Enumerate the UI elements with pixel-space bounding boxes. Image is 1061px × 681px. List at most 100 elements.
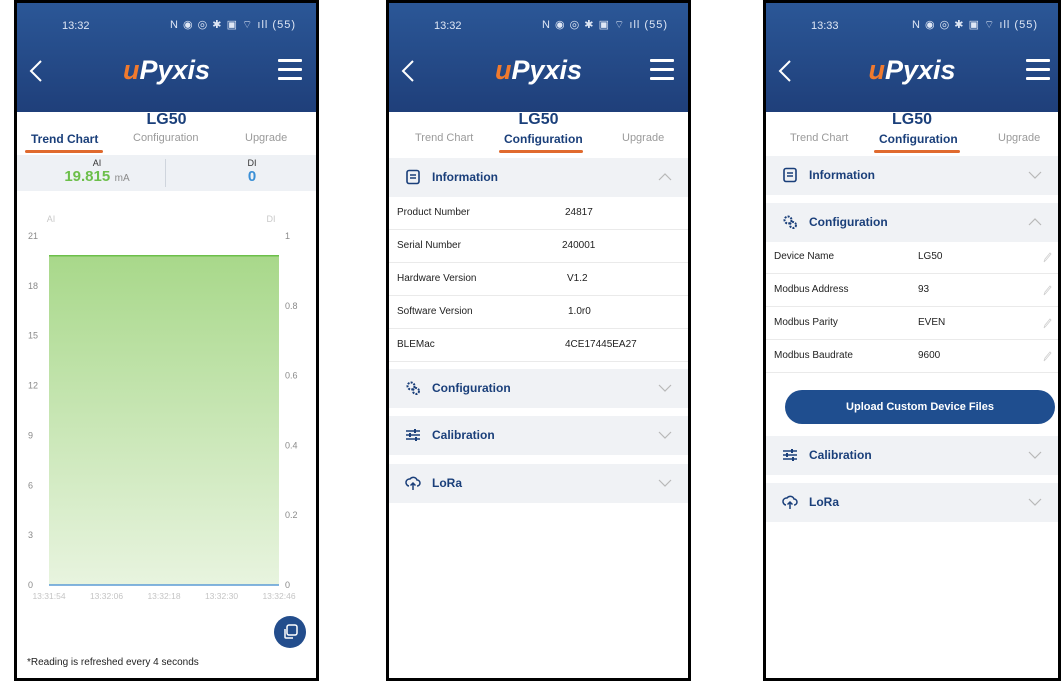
section-information[interactable]: Information <box>389 158 688 197</box>
info-row-serial-number: Serial Number 240001 <box>389 230 688 263</box>
info-row-blemac: BLEMac 4CE17445EA27 <box>389 329 688 362</box>
x-tick-label: 13:32:06 <box>90 591 123 601</box>
status-bar: 13:33 N ◉ ◎ ✱ ▣ ⌔ ıll (55) <box>766 3 1058 43</box>
config-row-modbus-baudrate[interactable]: Modbus Baudrate 9600 <box>766 340 1058 373</box>
x-tick-label: 13:32:30 <box>205 591 238 601</box>
device-title: LG50 <box>891 111 932 128</box>
section-calibration[interactable]: Calibration <box>766 436 1058 475</box>
copy-icon <box>284 624 298 639</box>
tab-configuration[interactable]: Configuration <box>879 132 958 146</box>
upload-custom-device-files-button[interactable]: Upload Custom Device Files <box>785 390 1055 424</box>
right-tick-label: 0 <box>285 580 290 590</box>
status-time: 13:32 <box>434 20 462 32</box>
edit-pencil-icon[interactable] <box>1042 317 1052 329</box>
tab-trend-chart[interactable]: Trend Chart <box>31 132 98 146</box>
phone-screen-configuration: 13:33 N ◉ ◎ ✱ ▣ ⌔ ıll (55) uPyxis LG50 T… <box>763 0 1061 681</box>
tab-configuration[interactable]: Configuration <box>133 132 198 144</box>
section-configuration[interactable]: Configuration <box>389 369 688 408</box>
active-tab-indicator <box>499 150 583 153</box>
document-icon <box>406 169 420 185</box>
chevron-down-icon <box>658 384 672 392</box>
section-lora[interactable]: LoRa <box>389 464 688 503</box>
menu-button[interactable] <box>278 59 302 83</box>
trend-chart: AI DI21181512963010.80.60.40.2013:31:54 13… <box>28 214 298 601</box>
hamburger-icon <box>650 59 674 62</box>
left-axis-name: AI <box>47 214 56 224</box>
info-row-product-number: Product Number 24817 <box>389 197 688 230</box>
gears-icon <box>783 215 797 229</box>
status-bar: 13:32 N ◉ ◎ ✱ ▣ ⌔ ıll (55) <box>389 3 688 43</box>
edit-pencil-icon[interactable] <box>1042 251 1052 263</box>
left-tick-label: 18 <box>28 281 38 291</box>
readings-bar: AI 19.815 mA DI 0 <box>17 155 316 191</box>
tab-bar: Trend Chart Configuration Upgrade <box>766 129 1058 155</box>
hamburger-icon <box>278 59 302 62</box>
status-icons: N ◉ ◎ ✱ ▣ ⌔ ıll (55) <box>542 19 668 31</box>
gears-icon <box>406 381 420 395</box>
sliders-icon <box>783 449 797 461</box>
menu-button[interactable] <box>650 59 674 83</box>
left-tick-label: 6 <box>28 480 33 490</box>
refresh-note: *Reading is refreshed every 4 seconds <box>27 657 199 668</box>
menu-button[interactable] <box>1026 59 1050 83</box>
status-time: 13:33 <box>811 20 839 32</box>
config-row-modbus-parity[interactable]: Modbus Parity EVEN <box>766 307 1058 340</box>
left-tick-label: 0 <box>28 580 33 590</box>
active-tab-indicator <box>25 150 103 153</box>
tab-upgrade[interactable]: Upgrade <box>245 132 287 144</box>
device-title: LG50 <box>518 111 559 128</box>
section-calibration[interactable]: Calibration <box>389 416 688 455</box>
di-reading: DI 0 <box>232 158 272 185</box>
chevron-down-icon <box>1028 171 1042 179</box>
left-tick-label: 12 <box>28 381 38 391</box>
upyxis-logo: uPyxis <box>122 55 211 85</box>
export-fab-button[interactable] <box>274 616 306 648</box>
config-row-device-name[interactable]: Device Name LG50 <box>766 241 1058 274</box>
ai-unit: mA <box>114 173 130 184</box>
right-tick-label: 0.4 <box>285 440 298 450</box>
x-tick-label: 13:31:54 <box>32 591 65 601</box>
device-title: LG50 <box>146 111 187 128</box>
divider <box>165 159 166 187</box>
config-row-modbus-address[interactable]: Modbus Address 93 <box>766 274 1058 307</box>
upyxis-logo: uPyxis <box>494 55 583 85</box>
active-tab-indicator <box>874 150 960 153</box>
x-tick-label: 13:32:18 <box>147 591 180 601</box>
section-configuration[interactable]: Configuration <box>766 203 1058 242</box>
right-tick-label: 0.2 <box>285 510 298 520</box>
ai-area <box>49 255 279 585</box>
chevron-up-icon <box>1028 218 1042 226</box>
di-value: 0 <box>247 168 257 185</box>
phone-screen-information: 13:32 N ◉ ◎ ✱ ▣ ⌔ ıll (55) uPyxis LG50 T… <box>386 0 691 681</box>
app-header: 13:32 N ◉ ◎ ✱ ▣ ⌔ ıll (55) uPyxis <box>17 3 316 112</box>
phone-screen-trend: 13:32 N ◉ ◎ ✱ ▣ ⌔ ıll (55) uPyxis LG50 T… <box>14 0 319 681</box>
info-row-hardware-version: Hardware Version V1.2 <box>389 263 688 296</box>
ai-reading: AI 19.815 mA <box>64 158 130 185</box>
app-header: 13:33 N ◉ ◎ ✱ ▣ ⌔ ıll (55) uPyxis <box>766 3 1058 112</box>
cloud-upload-icon <box>405 476 421 490</box>
edit-pencil-icon[interactable] <box>1042 284 1052 296</box>
tab-upgrade[interactable]: Upgrade <box>998 132 1040 144</box>
tab-bar: Trend Chart Configuration Upgrade <box>17 129 316 155</box>
tab-trend-chart[interactable]: Trend Chart <box>790 132 848 144</box>
tab-upgrade[interactable]: Upgrade <box>622 132 664 144</box>
section-information[interactable]: Information <box>766 156 1058 195</box>
right-tick-label: 0.8 <box>285 301 298 311</box>
status-bar: 13:32 N ◉ ◎ ✱ ▣ ⌔ ıll (55) <box>17 3 316 43</box>
right-tick-label: 1 <box>285 231 290 241</box>
tab-configuration[interactable]: Configuration <box>504 132 583 146</box>
section-lora[interactable]: LoRa <box>766 483 1058 522</box>
document-icon <box>783 167 797 183</box>
left-tick-label: 9 <box>28 430 33 440</box>
hamburger-icon <box>1026 59 1050 62</box>
chevron-down-icon <box>658 431 672 439</box>
info-row-software-version: Software Version 1.0r0 <box>389 296 688 329</box>
tab-trend-chart[interactable]: Trend Chart <box>415 132 473 144</box>
cloud-upload-icon <box>782 495 798 509</box>
edit-pencil-icon[interactable] <box>1042 350 1052 362</box>
status-icons: N ◉ ◎ ✱ ▣ ⌔ ıll (55) <box>170 19 296 31</box>
chevron-down-icon <box>1028 498 1042 506</box>
sliders-icon <box>406 429 420 441</box>
ai-value: 19.815 <box>64 168 111 185</box>
status-time: 13:32 <box>62 20 90 32</box>
